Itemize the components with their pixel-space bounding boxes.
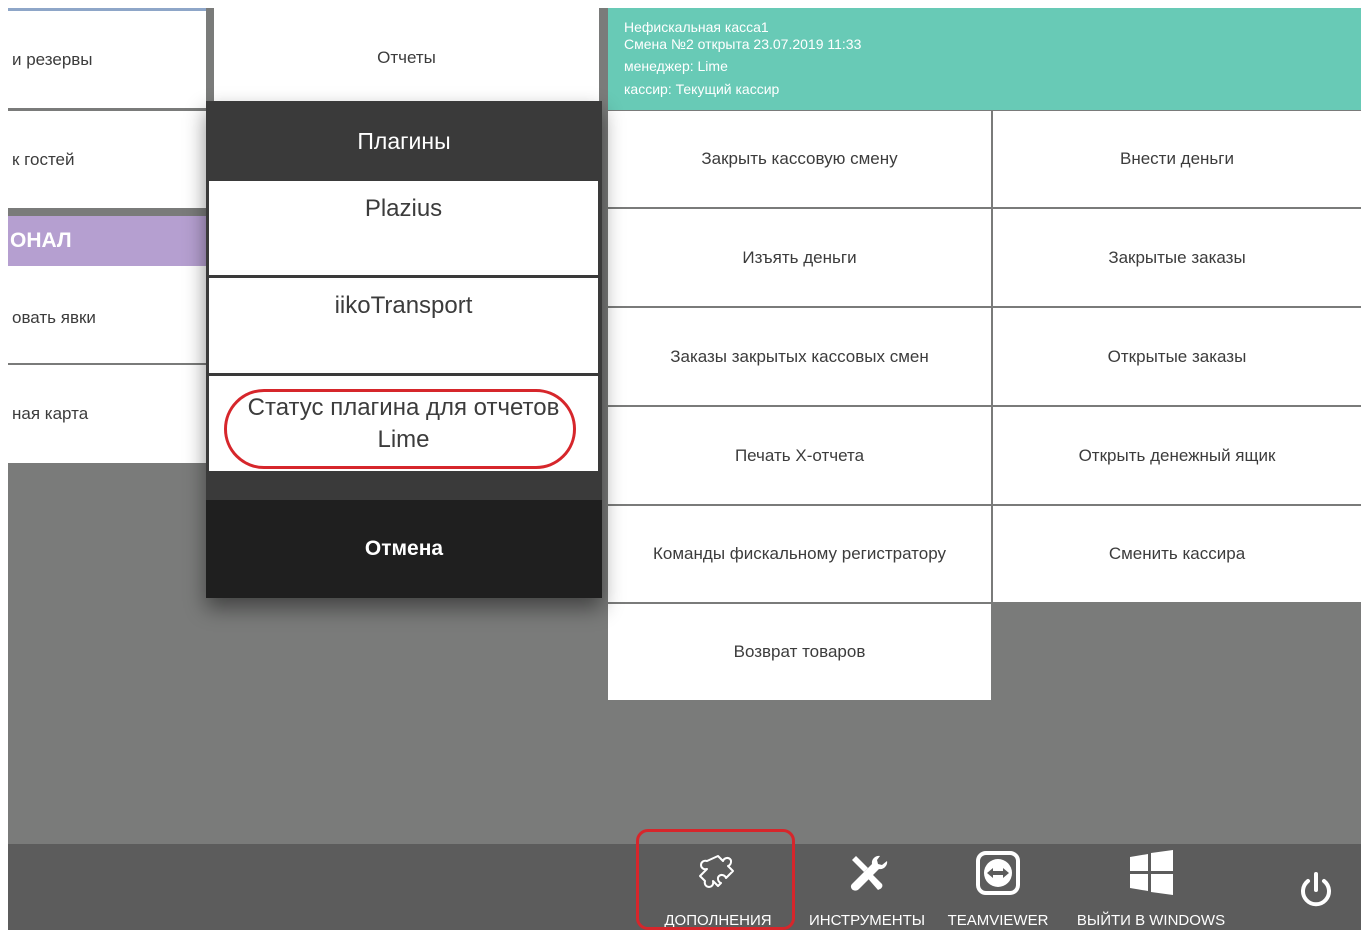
left-menu-item-guests[interactable]: к гостей bbox=[8, 111, 206, 208]
left-menu-item-attendance[interactable]: овать явки bbox=[8, 266, 206, 363]
puzzle-icon bbox=[695, 850, 741, 901]
reports-label: Отчеты bbox=[377, 48, 436, 67]
left-menu-item-reserves[interactable]: и резервы bbox=[8, 11, 206, 108]
cancel-button[interactable]: Отмена bbox=[206, 500, 602, 598]
power-button[interactable] bbox=[1286, 844, 1346, 930]
left-menu-item-label: ная карта bbox=[12, 404, 89, 423]
teamviewer-label: TEAMVIEWER bbox=[947, 912, 1049, 929]
pos-screen: и резервы к гостей ОНАЛ овать явки ная к… bbox=[8, 8, 1361, 930]
tools-button[interactable]: ИНСТРУМЕНТЫ bbox=[800, 844, 934, 930]
open-cash-drawer-button[interactable]: Открыть денежный ящик bbox=[993, 407, 1361, 504]
bottom-toolbar: ДОПОЛНЕНИЯ ИНСТРУМЕНТЫ TEAMVIEWER ВЫЙТИ … bbox=[8, 844, 1361, 930]
plugin-item-plazius[interactable]: Plazius bbox=[209, 181, 598, 275]
withdraw-button[interactable]: Изъять деньги bbox=[608, 209, 991, 306]
fiscal-commands-button[interactable]: Команды фискальному регистратору bbox=[608, 506, 991, 602]
left-menu-item-card[interactable]: ная карта bbox=[8, 365, 206, 463]
plugin-item-iikotransport[interactable]: iikoTransport bbox=[209, 278, 598, 373]
left-menu-item-label: к гостей bbox=[12, 149, 75, 169]
addons-label: ДОПОЛНЕНИЯ bbox=[664, 912, 772, 929]
power-icon bbox=[1296, 870, 1336, 915]
exit-windows-label: ВЫЙТИ В WINDOWS bbox=[1076, 912, 1226, 929]
change-cashier-button[interactable]: Сменить кассира bbox=[993, 506, 1361, 602]
return-goods-button[interactable]: Возврат товаров bbox=[608, 604, 991, 700]
left-menu-section-header: ОНАЛ bbox=[8, 216, 206, 266]
exit-windows-button[interactable]: ВЫЙТИ В WINDOWS bbox=[1066, 844, 1236, 930]
dialog-title: Плагины bbox=[357, 127, 451, 154]
print-x-report-button[interactable]: Печать Х-отчета bbox=[608, 407, 991, 504]
addons-button[interactable]: ДОПОЛНЕНИЯ bbox=[644, 844, 792, 930]
plugin-item-lime-status[interactable]: Статус плагина для отчетов Lime bbox=[209, 376, 598, 471]
closed-shift-orders-button[interactable]: Заказы закрытых кассовых смен bbox=[608, 308, 991, 405]
left-menu: и резервы к гостей ОНАЛ овать явки ная к… bbox=[8, 8, 206, 463]
left-menu-item-label: овать явки bbox=[12, 308, 96, 327]
close-shift-button[interactable]: Закрыть кассовую смену bbox=[608, 111, 991, 207]
teamviewer-icon bbox=[975, 850, 1021, 901]
open-orders-button[interactable]: Открытые заказы bbox=[993, 308, 1361, 405]
tools-label: ИНСТРУМЕНТЫ bbox=[808, 912, 926, 929]
plugins-dialog: Плагины Plazius iikoTransport Статус пла… bbox=[206, 101, 602, 598]
reports-button[interactable]: Отчеты bbox=[214, 8, 599, 108]
cashier-name: кассир: Текущий кассир bbox=[624, 81, 780, 97]
windows-icon bbox=[1128, 850, 1174, 901]
session-info: Нефискальная касса1 Смена №2 открыта 23.… bbox=[608, 8, 1361, 110]
manager-name: менеджер: Lime bbox=[624, 58, 728, 74]
teamviewer-button[interactable]: TEAMVIEWER bbox=[940, 844, 1056, 930]
shift-status: Смена №2 открыта 23.07.2019 11:33 bbox=[624, 36, 862, 52]
deposit-button[interactable]: Внести деньги bbox=[993, 111, 1361, 207]
left-menu-item-label: и резервы bbox=[12, 49, 93, 69]
closed-orders-button[interactable]: Закрытые заказы bbox=[993, 209, 1361, 306]
tools-icon bbox=[844, 850, 890, 901]
